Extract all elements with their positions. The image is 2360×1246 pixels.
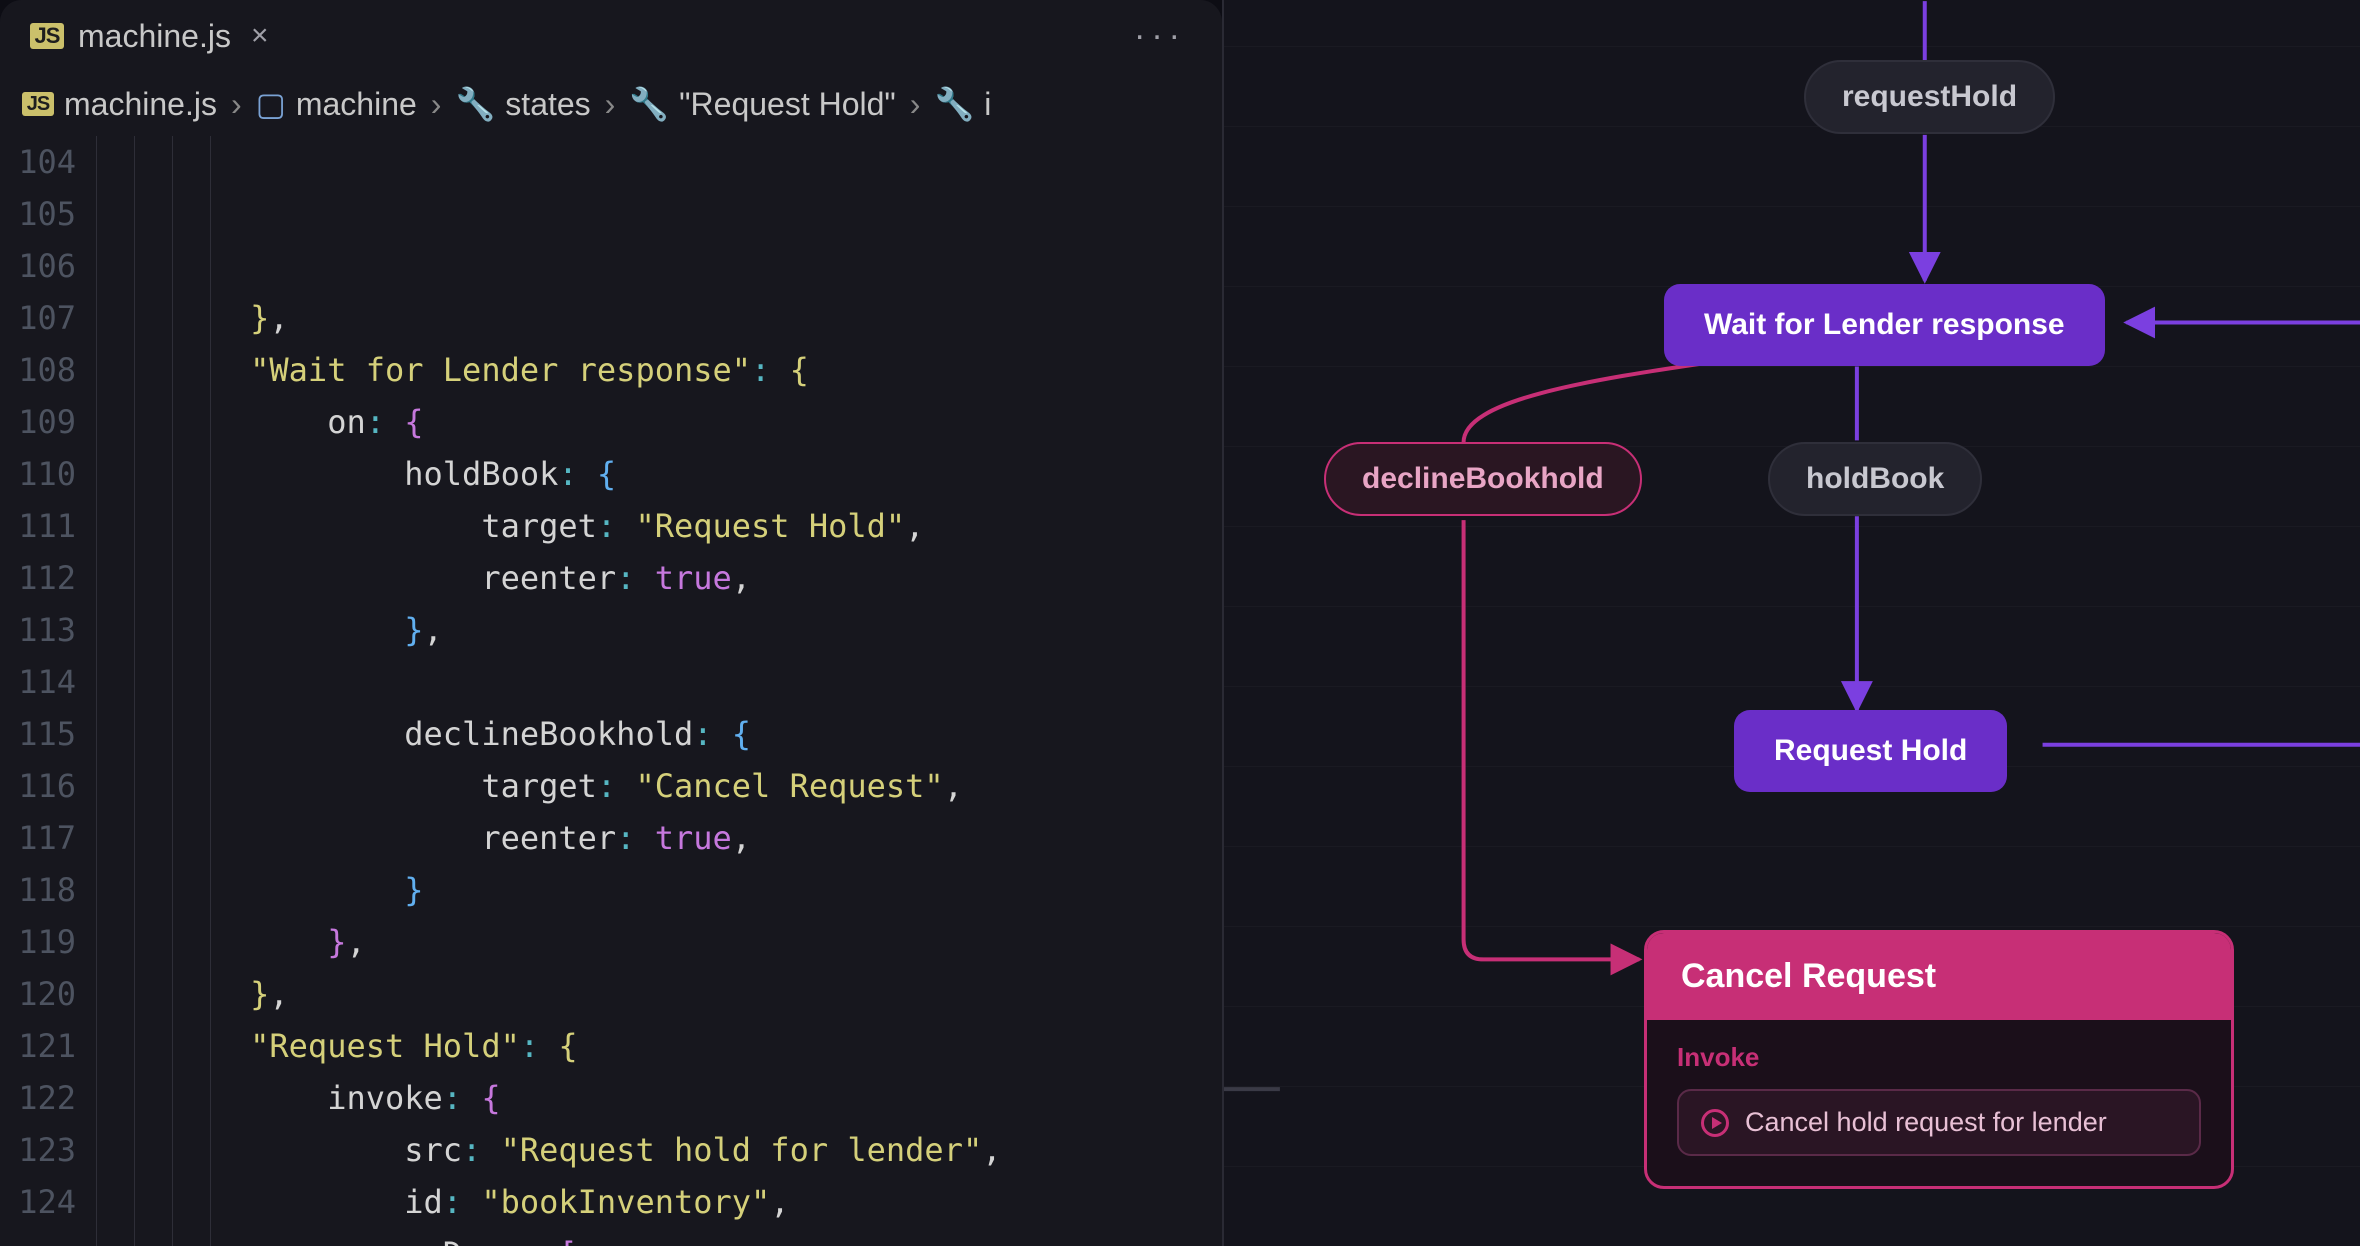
symbol-icon: ▢ — [256, 85, 286, 123]
code-line[interactable]: src: "Request hold for lender", — [96, 1124, 1222, 1176]
line-number: 121 — [0, 1020, 76, 1072]
line-number-gutter: 1041051061071081091101111121131141151161… — [0, 136, 96, 1246]
play-icon — [1701, 1109, 1729, 1137]
line-number: 119 — [0, 916, 76, 968]
panel-title: Cancel Request — [1647, 933, 2231, 1020]
line-number: 106 — [0, 240, 76, 292]
breadcrumb: JS machine.js › ▢ machine › 🔧 states › 🔧… — [0, 72, 1222, 136]
breadcrumb-label: machine.js — [64, 86, 217, 123]
state-node-wait-for-lender[interactable]: Wait for Lender response — [1664, 284, 2105, 366]
code-area[interactable]: 1041051061071081091101111121131141151161… — [0, 136, 1222, 1246]
code-line[interactable]: }, — [96, 968, 1222, 1020]
line-number: 117 — [0, 812, 76, 864]
tab-more-actions[interactable]: ··· — [1134, 17, 1186, 56]
wrench-icon: 🔧 — [455, 85, 495, 123]
line-number: 123 — [0, 1124, 76, 1176]
chevron-right-icon: › — [910, 86, 921, 123]
line-number: 124 — [0, 1176, 76, 1228]
event-pill-holdbook[interactable]: holdBook — [1768, 442, 1982, 516]
state-node-request-hold[interactable]: Request Hold — [1734, 710, 2007, 792]
line-number: 113 — [0, 604, 76, 656]
code-line[interactable]: }, — [96, 916, 1222, 968]
line-number: 112 — [0, 552, 76, 604]
panel-body: Invoke Cancel hold request for lender — [1647, 1020, 2231, 1186]
breadcrumb-item-request-hold[interactable]: 🔧 "Request Hold" — [629, 85, 895, 123]
code-line[interactable]: "Wait for Lender response": { — [96, 344, 1222, 396]
code-line[interactable]: reenter: true, — [96, 812, 1222, 864]
line-number: 115 — [0, 708, 76, 760]
code-line[interactable]: } — [96, 864, 1222, 916]
editor-tab-machine-js[interactable]: JS machine.js × — [12, 8, 286, 65]
chevron-right-icon: › — [605, 86, 616, 123]
line-number: 114 — [0, 656, 76, 708]
code-line[interactable]: target: "Cancel Request", — [96, 760, 1222, 812]
chevron-right-icon: › — [231, 86, 242, 123]
editor-tab-bar: JS machine.js × ··· — [0, 0, 1222, 72]
breadcrumb-label: states — [505, 86, 590, 123]
code-line[interactable]: holdBook: { — [96, 448, 1222, 500]
js-file-icon: JS — [30, 23, 64, 49]
wrench-icon: 🔧 — [934, 85, 974, 123]
line-number: 108 — [0, 344, 76, 396]
code-line[interactable]: invoke: { — [96, 1072, 1222, 1124]
event-label: requestHold — [1842, 80, 2017, 113]
breadcrumb-label: i — [984, 86, 991, 123]
wrench-icon: 🔧 — [629, 85, 669, 123]
line-number: 109 — [0, 396, 76, 448]
chevron-right-icon: › — [431, 86, 442, 123]
line-number: 120 — [0, 968, 76, 1020]
event-label: holdBook — [1806, 462, 1944, 495]
event-label: declineBookhold — [1362, 462, 1604, 495]
breadcrumb-label: machine — [296, 86, 417, 123]
state-panel-cancel-request[interactable]: Cancel Request Invoke Cancel hold reques… — [1644, 930, 2234, 1189]
close-icon[interactable]: × — [251, 19, 269, 53]
code-line[interactable]: target: "Request Hold", — [96, 500, 1222, 552]
code-line[interactable]: id: "bookInventory", — [96, 1176, 1222, 1228]
code-content[interactable]: }, "Wait for Lender response": { on: { h… — [96, 136, 1222, 1246]
breadcrumb-label: "Request Hold" — [679, 86, 896, 123]
breadcrumb-item-states[interactable]: 🔧 states — [455, 85, 590, 123]
code-line[interactable]: onDone: [ — [96, 1228, 1222, 1246]
event-pill-requesthold[interactable]: requestHold — [1804, 60, 2055, 134]
line-number: 107 — [0, 292, 76, 344]
code-line[interactable] — [96, 656, 1222, 708]
tab-filename: machine.js — [78, 18, 231, 55]
line-number: 104 — [0, 136, 76, 188]
state-diagram-pane[interactable]: requestHold Wait for Lender response dec… — [1222, 0, 2360, 1246]
invoke-action-row[interactable]: Cancel hold request for lender — [1677, 1089, 2201, 1156]
event-pill-declinebookhold[interactable]: declineBookhold — [1324, 442, 1642, 516]
js-file-icon: JS — [22, 92, 54, 116]
invoke-section-label: Invoke — [1677, 1042, 2201, 1073]
code-line[interactable]: on: { — [96, 396, 1222, 448]
breadcrumb-item-i[interactable]: 🔧 i — [934, 85, 991, 123]
code-line[interactable]: declineBookhold: { — [96, 708, 1222, 760]
line-number: 111 — [0, 500, 76, 552]
line-number: 122 — [0, 1072, 76, 1124]
code-line[interactable]: "Request Hold": { — [96, 1020, 1222, 1072]
state-label: Wait for Lender response — [1704, 308, 2065, 341]
breadcrumb-item-machine[interactable]: ▢ machine — [256, 85, 417, 123]
line-number: 105 — [0, 188, 76, 240]
code-line[interactable]: }, — [96, 604, 1222, 656]
invoke-action-label: Cancel hold request for lender — [1745, 1107, 2107, 1138]
breadcrumb-item-file[interactable]: JS machine.js — [22, 86, 217, 123]
state-label: Request Hold — [1774, 734, 1967, 767]
code-line[interactable]: }, — [96, 292, 1222, 344]
code-editor-pane: JS machine.js × ··· JS machine.js › ▢ ma… — [0, 0, 1222, 1246]
line-number: 118 — [0, 864, 76, 916]
line-number: 116 — [0, 760, 76, 812]
code-line[interactable]: reenter: true, — [96, 552, 1222, 604]
line-number: 110 — [0, 448, 76, 500]
